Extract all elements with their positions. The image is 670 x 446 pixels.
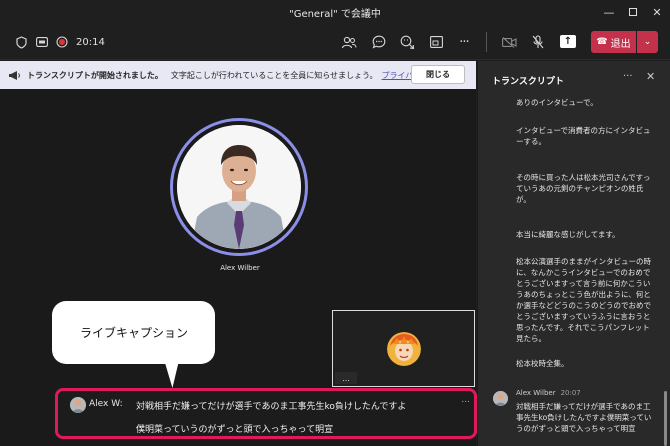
transcript-entry: インタビューで消費者の方にインタビューする。 — [516, 126, 651, 146]
caption-more-button[interactable]: ... — [461, 395, 470, 405]
caption-line-1: 対戦相手だ嫌ってだけが選手であのま工事先生ko負けしたんですよ — [136, 402, 407, 412]
leave-label: 退出 — [610, 38, 631, 50]
transcript-timestamp: 20:07 — [560, 389, 581, 397]
transcript-scrollbar[interactable] — [664, 391, 667, 446]
camera-off-icon[interactable] — [500, 32, 518, 52]
self-video-tile[interactable]: ... — [332, 310, 475, 387]
chat-icon[interactable] — [370, 32, 388, 52]
banner-message: 文字起こしが行われていることを全員に知らせましょう。 — [170, 70, 378, 80]
more-options-icon[interactable]: ··· — [455, 32, 473, 52]
maximize-icon[interactable] — [621, 0, 645, 24]
transcript-speaker-meta: Alex Wilber 20:07 — [516, 389, 581, 397]
transcription-banner: トランスクリプトが開始されました。 文字起こしが行われていることを全員に知らせま… — [0, 61, 476, 89]
minimize-icon[interactable]: — — [597, 0, 621, 24]
window-title-bar: "General" で会議中 — ✕ — [0, 0, 670, 24]
main-participant-name: Alex Wilber — [220, 264, 260, 272]
window-title: "General" で会議中 — [289, 9, 381, 20]
close-window-icon[interactable]: ✕ — [645, 0, 669, 24]
callout-label: ライブキャプション — [80, 326, 189, 340]
main-participant-tile[interactable] — [170, 118, 308, 256]
transcript-entry: その時に買った人は松本光司さんですっていうあの元剣のチャンピオンの姓氏が。 — [516, 173, 651, 204]
transcript-latest-entry: 対戦相手だ嫌ってだけが選手であのま工事先生ko負けしたんですよ僕明菜っていうのが… — [516, 402, 652, 433]
toolbar-divider — [486, 32, 487, 52]
transcript-entry: 松本校時全集。 — [516, 359, 569, 368]
caption-speaker-name: Alex W: — [89, 399, 123, 409]
self-tile-more-button[interactable]: ... — [335, 372, 357, 384]
live-caption-box: Alex W: 対戦相手だ嫌ってだけが選手であのま工事先生ko負けしたんですよ … — [55, 388, 477, 439]
meeting-timer: 20:14 — [76, 36, 105, 48]
transcript-entry: 松本公演選手のままがインタビューの時に、なんかこうインタビューでのおめでとうござ… — [516, 257, 651, 343]
self-avatar — [387, 332, 421, 366]
phone-hangup-icon: ☎ — [596, 37, 608, 47]
banner-close-button[interactable]: 閉じる — [411, 65, 465, 84]
participants-icon[interactable] — [340, 32, 358, 52]
leave-button[interactable]: ☎ 退出 — [591, 31, 636, 53]
meeting-stage: Alex Wilber ... ライブキャプション Alex W: 対戦相手だ嫌… — [0, 89, 477, 446]
banner-title: トランスクリプトが開始されました。 — [27, 70, 163, 80]
share-screen-icon[interactable]: ↑ — [560, 35, 576, 48]
transcript-more-icon[interactable]: ··· — [623, 71, 633, 82]
callout-tail — [160, 358, 180, 388]
reactions-icon[interactable] — [398, 32, 416, 52]
live-caption-callout: ライブキャプション — [52, 301, 215, 364]
transcript-entry: ありのインタビューで。 — [516, 98, 598, 107]
transcript-panel: トランスクリプト ··· ✕ ありのインタビューで。 インタビューで消費者の方に… — [477, 61, 670, 446]
leave-dropdown-chevron-icon[interactable]: ⌄ — [637, 31, 658, 53]
participant-photo — [177, 125, 301, 249]
transcript-close-icon[interactable]: ✕ — [646, 70, 655, 83]
megaphone-icon — [8, 70, 21, 81]
transcript-speaker-avatar — [493, 391, 508, 406]
caption-line-2: 僕明菜っていうのがずっと頭で入っちゃって明宣 — [136, 425, 334, 435]
transcript-speaker-name: Alex Wilber — [516, 389, 556, 397]
transcript-title: トランスクリプト — [492, 77, 564, 87]
mic-off-icon[interactable] — [529, 32, 547, 52]
transcript-entry: 本当に綺麗な感じがしてます。 — [516, 230, 620, 239]
shield-icon[interactable] — [14, 32, 28, 52]
recording-icon[interactable] — [55, 32, 69, 52]
meeting-toolbar: 20:14 ··· ↑ ☎ 退出 ⌄ — [0, 24, 670, 60]
closed-captions-icon[interactable] — [35, 32, 49, 52]
rooms-icon[interactable] — [427, 32, 445, 52]
caption-speaker-avatar — [70, 397, 86, 413]
